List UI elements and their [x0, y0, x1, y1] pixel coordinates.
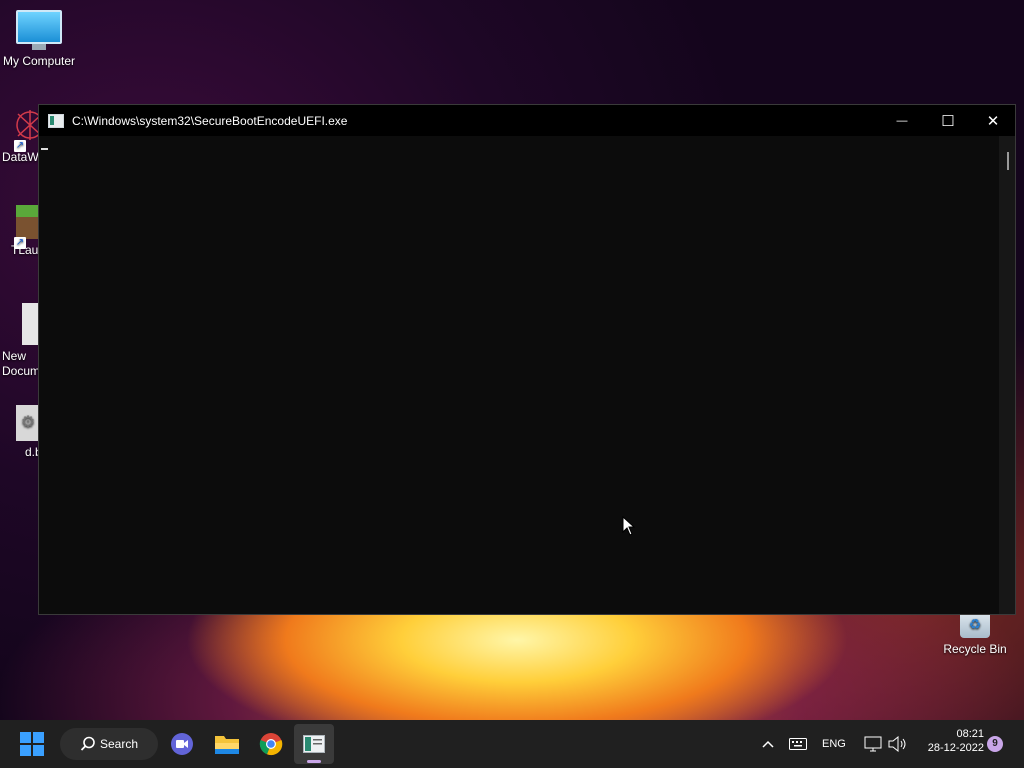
- language-indicator[interactable]: ENG: [822, 738, 846, 750]
- shortcut-arrow-icon: ↗: [14, 140, 26, 152]
- recycle-bin-icon: ♻: [960, 612, 990, 638]
- desktop-icon-label: My Computer: [2, 54, 76, 68]
- clock-date: 28-12-2022: [927, 742, 984, 754]
- scrollbar-thumb[interactable]: [1007, 152, 1009, 170]
- console-window[interactable]: C:\Windows\system32\SecureBootEncodeUEFI…: [38, 104, 1016, 615]
- volume-icon[interactable]: [888, 736, 908, 752]
- maximize-button[interactable]: ☐: [925, 105, 971, 136]
- file-explorer-icon: [215, 736, 239, 754]
- search-label: Search: [100, 737, 139, 751]
- taskbar-file-explorer-button[interactable]: [207, 724, 247, 764]
- clock-time: 08:21: [956, 728, 984, 740]
- taskbar-chrome-button[interactable]: [251, 724, 291, 764]
- search-icon: [80, 736, 95, 751]
- desktop-icon-my-computer[interactable]: My Computer: [1, 10, 77, 69]
- settings-file-icon: ⚙: [16, 405, 40, 441]
- maximize-icon: ☐: [941, 112, 955, 130]
- start-icon: [20, 732, 44, 756]
- monitor-icon: [16, 10, 62, 50]
- start-button[interactable]: [12, 724, 52, 764]
- console-app-icon: [303, 735, 325, 753]
- window-title: C:\Windows\system32\SecureBootEncodeUEFI…: [72, 113, 348, 128]
- minimize-button[interactable]: —: [879, 105, 925, 136]
- desktop-icon-label: Recycle Bin: [943, 642, 1007, 656]
- window-titlebar[interactable]: C:\Windows\system32\SecureBootEncodeUEFI…: [39, 105, 1015, 136]
- clock[interactable]: 08:21 28-12-2022: [914, 728, 984, 754]
- close-icon: ✕: [986, 112, 1000, 130]
- mouse-pointer-icon: [622, 516, 636, 536]
- taskbar-search-button[interactable]: Search: [60, 728, 158, 760]
- taskbar-console-button[interactable]: [294, 724, 334, 764]
- vertical-scrollbar[interactable]: [999, 136, 1015, 614]
- desktop-icon-recycle-bin[interactable]: ♻ Recycle Bin: [937, 612, 1013, 657]
- close-button[interactable]: ✕: [970, 105, 1016, 136]
- minimize-icon: —: [896, 114, 908, 127]
- taskbar-teams-button[interactable]: [162, 724, 202, 764]
- notification-badge[interactable]: 9: [987, 736, 1003, 752]
- teams-meet-icon: [171, 733, 193, 755]
- text-cursor: [41, 148, 48, 150]
- console-app-icon: [48, 113, 64, 128]
- chrome-icon: [259, 733, 283, 756]
- show-hidden-icons-chevron-icon[interactable]: [762, 739, 774, 749]
- console-output[interactable]: [39, 136, 999, 614]
- taskbar: Search ENG 08:21 28-12-2022: [0, 720, 1024, 768]
- touch-keyboard-icon[interactable]: [789, 738, 807, 750]
- active-app-indicator: [307, 760, 321, 763]
- shortcut-arrow-icon: ↗: [14, 237, 26, 249]
- network-icon[interactable]: [864, 736, 882, 752]
